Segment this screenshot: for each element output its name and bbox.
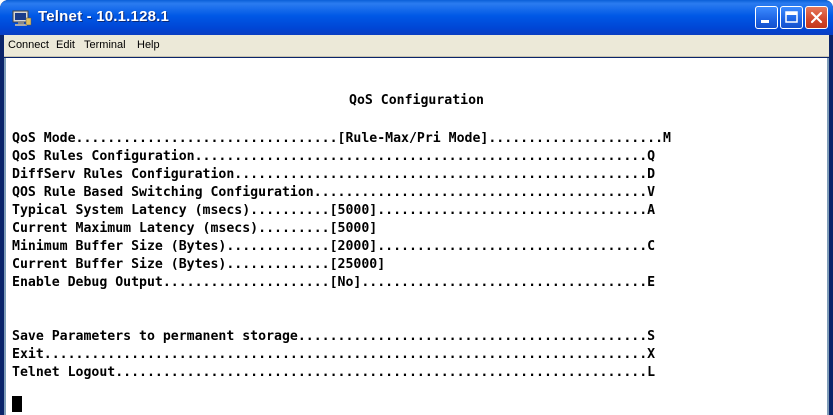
terminal-heading: QoS Configuration — [349, 93, 484, 108]
close-button[interactable] — [805, 6, 828, 29]
maximize-button[interactable] — [780, 6, 803, 29]
menu-terminal[interactable]: Terminal — [84, 39, 126, 51]
terminal-line-current-buffer: Current Buffer Size (Bytes).............… — [12, 257, 386, 272]
terminal-line-rule-switching: QOS Rule Based Switching Configuration..… — [12, 185, 656, 200]
terminal-line-telnet-logout: Telnet Logout...........................… — [12, 365, 656, 380]
telnet-window: Telnet - 10.1.128.1 Connect Edit Termina… — [0, 0, 833, 415]
terminal-line-qos-mode: QoS Mode................................… — [12, 131, 671, 146]
terminal-line-debug-output: Enable Debug Output.....................… — [12, 275, 656, 290]
telnet-app-icon — [12, 9, 32, 27]
minimize-icon — [761, 20, 769, 23]
minimize-button[interactable] — [755, 6, 778, 29]
maximize-icon — [785, 11, 798, 23]
terminal-line-min-buffer: Minimum Buffer Size (Bytes).............… — [12, 239, 656, 254]
menu-connect[interactable]: Connect — [8, 39, 49, 51]
terminal-line-exit: Exit....................................… — [12, 347, 656, 362]
terminal-cursor — [12, 396, 22, 412]
menu-help[interactable]: Help — [137, 39, 160, 51]
window-title: Telnet - 10.1.128.1 — [38, 8, 170, 25]
terminal-line-current-latency: Current Maximum Latency (msecs).........… — [12, 221, 378, 236]
title-bar[interactable]: Telnet - 10.1.128.1 — [0, 0, 833, 35]
close-icon — [810, 11, 823, 24]
terminal-line-typical-latency: Typical System Latency (msecs)..........… — [12, 203, 656, 218]
terminal-line-qos-rules: QoS Rules Configuration.................… — [12, 149, 656, 164]
terminal-line-diffserv-rules: DiffServ Rules Configuration............… — [12, 167, 656, 182]
terminal-screen[interactable]: QoS Configuration QoS Mode..............… — [4, 58, 829, 415]
menu-edit[interactable]: Edit — [56, 39, 75, 51]
terminal-line-save-parameters: Save Parameters to permanent storage....… — [12, 329, 656, 344]
menu-bar: Connect Edit Terminal Help — [4, 35, 829, 57]
